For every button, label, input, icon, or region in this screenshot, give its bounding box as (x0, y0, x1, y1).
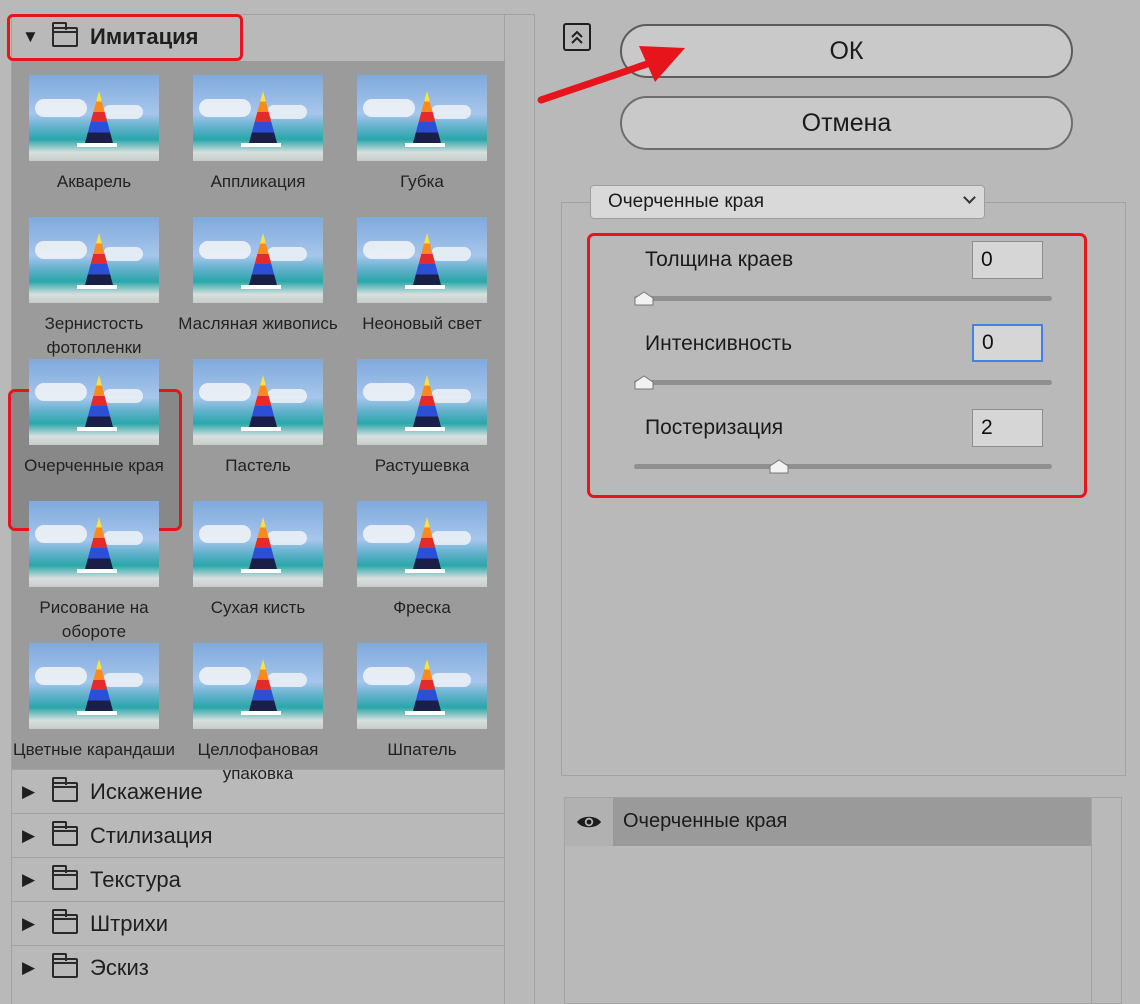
category-label: Штрихи (90, 910, 169, 936)
eye-icon (577, 816, 601, 828)
category-row[interactable]: ▶ Штрихи (12, 901, 506, 945)
annotation-arrow (537, 46, 685, 104)
filter-thumb-label: Рисование на обороте (39, 598, 149, 641)
triangle-right-icon: ▶ (22, 913, 36, 933)
filter-thumb-label: Очерченные края (24, 456, 164, 475)
filter-thumb-label: Фреска (393, 598, 451, 617)
param-label-intensity: Интенсивность (645, 332, 793, 355)
filter-thumb-label: Сухая кисть (210, 598, 306, 617)
filter-preview-image (29, 501, 159, 587)
filter-thumb[interactable]: Очерченные края (12, 359, 176, 478)
folder-icon (52, 864, 78, 890)
filter-select[interactable]: Очерченные края (590, 185, 985, 219)
filter-thumb-label: Цветные карандаши (13, 740, 175, 759)
slider-thumb-intensity[interactable] (634, 375, 654, 390)
slider-thumb-edge-width[interactable] (634, 291, 654, 306)
effect-layer-row[interactable]: Очерченные края (565, 798, 1091, 846)
filter-preview-image (29, 359, 159, 445)
filter-preview-image (357, 75, 487, 161)
slider-edge-width[interactable] (634, 296, 1052, 301)
filter-select-value: Очерченные края (608, 191, 765, 212)
filter-thumb-label: Пастель (225, 456, 291, 475)
effect-layers-panel: Очерченные края (564, 797, 1122, 1004)
filter-thumb-label: Аппликация (210, 172, 306, 191)
filter-thumb-label: Неоновый свет (362, 314, 482, 333)
category-label: Текстура (90, 866, 181, 892)
folder-icon (52, 820, 78, 846)
filter-thumb[interactable]: Масляная живопись (176, 217, 340, 336)
param-input-intensity[interactable]: 0 (972, 324, 1043, 362)
filter-preview-image (29, 75, 159, 161)
filter-preview-image (357, 643, 487, 729)
triangle-right-icon: ▶ (22, 781, 36, 801)
param-input-posterization[interactable]: 2 (972, 409, 1043, 447)
highlight-box (7, 14, 243, 61)
filter-preview-image (193, 643, 323, 729)
triangle-right-icon: ▶ (22, 957, 36, 977)
filter-preview-image (357, 501, 487, 587)
filter-preview-image (29, 643, 159, 729)
filter-thumb[interactable]: Акварель (12, 75, 176, 194)
category-row[interactable]: ▶ Стилизация (12, 813, 506, 857)
slider-thumb-posterization[interactable] (769, 459, 789, 474)
filter-preview-image (29, 217, 159, 303)
chevron-down-icon (963, 191, 976, 204)
param-label-posterization: Постеризация (645, 416, 784, 439)
folder-icon (52, 908, 78, 934)
filter-thumb-label: Акварель (56, 172, 132, 191)
layers-scrollbar[interactable] (1091, 798, 1121, 1004)
filter-thumb[interactable]: Аппликация (176, 75, 340, 194)
visibility-toggle[interactable] (565, 798, 613, 846)
filter-preview-image (193, 359, 323, 445)
category-row[interactable]: ▶ Эскиз (12, 945, 506, 989)
category-row[interactable]: ▶ Текстура (12, 857, 506, 901)
effect-layer-name: Очерченные края (623, 810, 788, 832)
category-label: Эскиз (90, 954, 149, 980)
filter-preview-image (357, 359, 487, 445)
filter-preview-image (193, 75, 323, 161)
filter-thumb-label: Шпатель (387, 740, 457, 759)
gallery-scrollbar[interactable] (505, 14, 535, 1004)
filter-thumb[interactable]: Растушевка (340, 359, 504, 478)
slider-posterization[interactable] (634, 464, 1052, 469)
folder-icon (52, 952, 78, 978)
category-label: Искажение (90, 778, 203, 804)
filter-preview-image (193, 501, 323, 587)
filter-thumb[interactable]: Шпатель (340, 643, 504, 762)
param-input-edge-width[interactable]: 0 (972, 241, 1043, 279)
filter-thumb[interactable]: Цветные карандаши (12, 643, 176, 762)
triangle-right-icon: ▶ (22, 825, 36, 845)
filter-thumb-label: Растушевка (374, 456, 470, 475)
triangle-right-icon: ▶ (22, 869, 36, 889)
filter-thumb[interactable]: Губка (340, 75, 504, 194)
filter-thumb[interactable]: Фреска (340, 501, 504, 620)
filter-gallery: ▼ Имитация Акварель Аппликация Губка Зернис… (7, 14, 506, 1004)
filter-thumb[interactable]: Сухая кисть (176, 501, 340, 620)
filter-preview-image (357, 217, 487, 303)
thumbnail-grid: Акварель Аппликация Губка Зернистость фотоп… (8, 61, 506, 783)
filter-thumb-label: Масляная живопись (178, 314, 338, 333)
filter-thumb-label: Губка (400, 172, 444, 191)
filter-thumb-label: Зернистость фотопленки (44, 314, 144, 357)
category-row[interactable]: ▶ Искажение (12, 769, 506, 813)
filter-thumb[interactable]: Рисование на обороте (12, 501, 176, 644)
filter-thumb[interactable]: Зернистость фотопленки (12, 217, 176, 360)
slider-intensity[interactable] (634, 380, 1052, 385)
folder-icon (52, 776, 78, 802)
filter-thumb[interactable]: Целлофановая упаковка (176, 643, 340, 786)
filter-thumb[interactable]: Неоновый свет (340, 217, 504, 336)
category-label: Стилизация (90, 822, 213, 848)
param-label-edge-width: Толщина краев (645, 248, 794, 271)
filter-thumb[interactable]: Пастель (176, 359, 340, 478)
filter-preview-image (193, 217, 323, 303)
